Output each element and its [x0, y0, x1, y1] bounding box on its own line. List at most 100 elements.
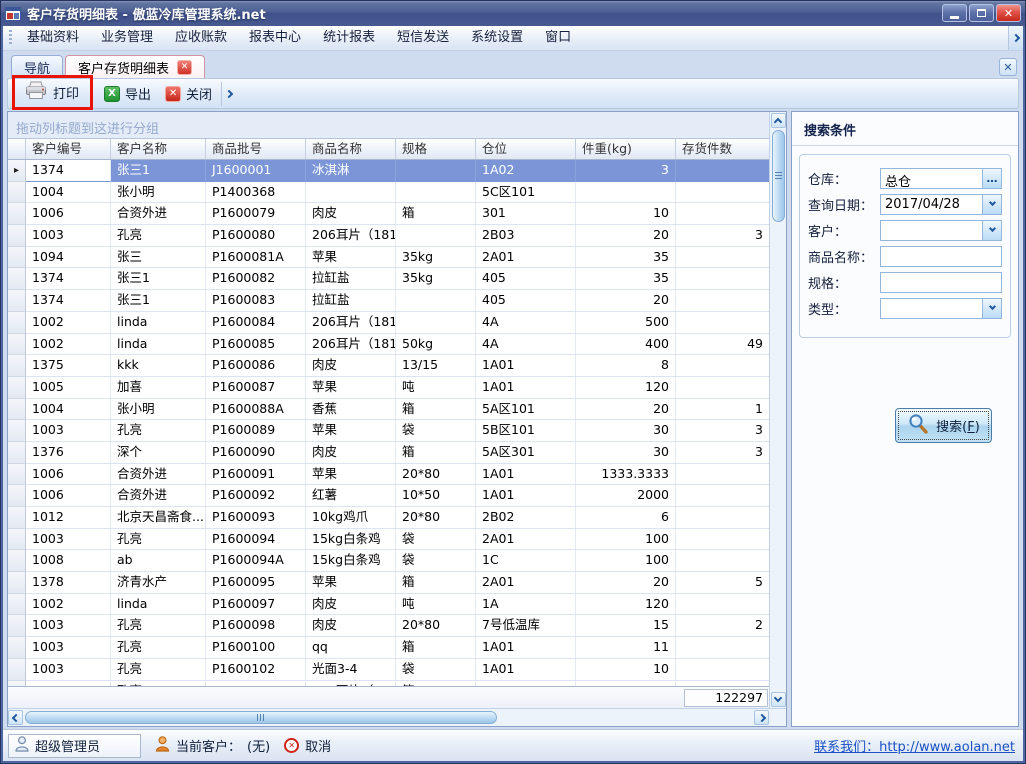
- column-header-6[interactable]: 件重(kg): [576, 139, 676, 159]
- table-row[interactable]: 1004张小明P14003685C区101: [8, 182, 769, 204]
- query-date-field[interactable]: 2017/04/28: [880, 194, 1002, 215]
- table-cell: 15kg白条鸡: [306, 550, 396, 572]
- table-row[interactable]: 1006合资外进P1600091苹果20*801A011333.3333: [8, 464, 769, 486]
- cancel-icon[interactable]: ✕: [284, 738, 299, 753]
- table-row[interactable]: 1003孔亮P1600100qq箱1A0111: [8, 637, 769, 659]
- export-button[interactable]: X 导出: [97, 82, 158, 105]
- customer-field[interactable]: [880, 220, 1002, 241]
- warehouse-field[interactable]: 总仓…: [880, 168, 1002, 189]
- table-row[interactable]: 1003孔亮P1600080206耳片（181...2B03203: [8, 225, 769, 247]
- scroll-up-button[interactable]: [771, 113, 786, 128]
- table-row[interactable]: 1094张三P1600081A苹果35kg2A0135: [8, 247, 769, 269]
- spec-field[interactable]: [880, 272, 1002, 293]
- table-cell: P1600088A: [206, 399, 306, 421]
- contact-link[interactable]: 联系我们：http://www.aolan.net: [814, 736, 1015, 755]
- table-row[interactable]: 1374张三1P1600083拉缸盐40520: [8, 290, 769, 312]
- dropdown-button[interactable]: [982, 299, 1001, 318]
- menu-item-4[interactable]: 统计报表: [312, 26, 386, 50]
- table-row[interactable]: 1375kkkP1600086肉皮13/151A018: [8, 355, 769, 377]
- table-cell: 1003: [26, 637, 111, 659]
- column-header-0[interactable]: 客户编号: [26, 139, 111, 159]
- table-row[interactable]: 1374张三1P1600082拉缸盐35kg40535: [8, 268, 769, 290]
- print-button[interactable]: 打印: [17, 79, 86, 106]
- main-area: 拖动列标题到这进行分组 客户编号客户名称商品批号商品名称规格仓位件重(kg)存货…: [7, 111, 1019, 727]
- table-row[interactable]: 1002lindaP1600084206耳片（181...4A500: [8, 312, 769, 334]
- product-name-field[interactable]: [880, 246, 1002, 267]
- table-row[interactable]: 1002lindaP1600085206耳片（181...50kg4A40049: [8, 334, 769, 356]
- tab-close-icon[interactable]: ✕: [177, 60, 192, 75]
- content-area: 导航 客户存货明细表 ✕ ✕: [3, 51, 1023, 729]
- table-row[interactable]: ▸1374张三1J1600001冰淇淋1A023: [8, 160, 769, 182]
- table-row[interactable]: 1003孔亮P1600089苹果袋5B区101303: [8, 420, 769, 442]
- maximize-button[interactable]: [969, 4, 994, 22]
- dropdown-button[interactable]: [982, 221, 1001, 240]
- table-row[interactable]: 1003孔亮P1600102光面3-4袋1A0110: [8, 659, 769, 681]
- scroll-left-button[interactable]: [8, 710, 23, 725]
- search-button[interactable]: 搜索(F): [895, 408, 992, 443]
- table-cell: P1600085: [206, 334, 306, 356]
- table-row[interactable]: 1006合资外进P1600079肉皮箱30110: [8, 203, 769, 225]
- table-row[interactable]: 1012北京天昌斋食...P160009310kg鸡爪20*802B026: [8, 507, 769, 529]
- table-row[interactable]: 1002lindaP1600097肉皮吨1A120: [8, 594, 769, 616]
- table-cell: 405: [476, 268, 576, 290]
- table-cell: 张三1: [111, 290, 206, 312]
- table-cell: 1A02: [476, 160, 576, 182]
- table-row[interactable]: 1006合资外进P1600092红薯10*501A012000: [8, 485, 769, 507]
- row-indicator: [8, 312, 26, 334]
- table-row[interactable]: 1005加喜P1600087苹果吨1A01120: [8, 377, 769, 399]
- table-cell: [676, 637, 769, 659]
- minimize-button[interactable]: [942, 4, 967, 22]
- cancel-label[interactable]: 取消: [305, 736, 331, 755]
- table-row[interactable]: 1378济青水产P1600095苹果箱2A01205: [8, 572, 769, 594]
- menu-item-6[interactable]: 系统设置: [460, 26, 534, 50]
- warehouse-value: 总仓: [881, 169, 982, 188]
- type-field[interactable]: [880, 298, 1002, 319]
- vertical-scrollbar-thumb[interactable]: [772, 130, 785, 222]
- close-report-button[interactable]: ✕ 关闭: [158, 82, 219, 105]
- menu-overflow-button[interactable]: [1008, 26, 1023, 50]
- table-cell: ab: [111, 550, 206, 572]
- table-cell: 5A区101: [476, 399, 576, 421]
- scroll-right-button[interactable]: [754, 710, 769, 725]
- menu-item-3[interactable]: 报表中心: [238, 26, 312, 50]
- menu-item-7[interactable]: 窗口: [534, 26, 582, 50]
- ellipsis-button[interactable]: …: [982, 169, 1001, 188]
- horizontal-scrollbar[interactable]: [8, 709, 769, 726]
- row-indicator: [8, 355, 26, 377]
- table-row[interactable]: 1003孔亮P160009415kg白条鸡袋2A01100: [8, 529, 769, 551]
- column-header-1[interactable]: 客户名称: [111, 139, 206, 159]
- chevron-down-icon: [774, 694, 782, 702]
- horizontal-scrollbar-thumb[interactable]: [25, 711, 497, 724]
- menu-item-2[interactable]: 应收账款: [164, 26, 238, 50]
- table-cell: 箱: [396, 399, 476, 421]
- row-indicator: [8, 507, 26, 529]
- column-header-7[interactable]: 存货件数: [676, 139, 769, 159]
- table-cell: kkk: [111, 355, 206, 377]
- menu-item-5[interactable]: 短信发送: [386, 26, 460, 50]
- table-row[interactable]: 1376深个P1600090肉皮箱5A区301303: [8, 442, 769, 464]
- close-button[interactable]: ✕: [996, 4, 1021, 22]
- column-header-5[interactable]: 仓位: [476, 139, 576, 159]
- close-x-icon: ✕: [165, 86, 181, 102]
- vertical-scrollbar[interactable]: [769, 112, 786, 708]
- toolbar-overflow-button[interactable]: [221, 82, 235, 106]
- column-header-4[interactable]: 规格: [396, 139, 476, 159]
- dropdown-button[interactable]: [982, 195, 1001, 214]
- table-cell: 2A01: [476, 247, 576, 269]
- table-row[interactable]: 1008abP1600094A15kg白条鸡袋1C100: [8, 550, 769, 572]
- excel-icon: X: [104, 86, 120, 102]
- table-cell: linda: [111, 594, 206, 616]
- table-cell: 206耳片（181...: [306, 225, 396, 247]
- column-header-2[interactable]: 商品批号: [206, 139, 306, 159]
- menu-item-1[interactable]: 业务管理: [90, 26, 164, 50]
- table-cell: 20: [576, 225, 676, 247]
- row-indicator: [8, 290, 26, 312]
- table-row[interactable]: 1004张小明P1600088A香蕉箱5A区101201: [8, 399, 769, 421]
- column-header-3[interactable]: 商品名称: [306, 139, 396, 159]
- table-row[interactable]: 1003孔亮P1600098肉皮20*807号低温库152: [8, 615, 769, 637]
- scroll-down-button[interactable]: [771, 692, 786, 707]
- menu-item-0[interactable]: 基础资料: [16, 26, 90, 50]
- table-cell: 1A01: [476, 464, 576, 486]
- row-indicator: [8, 399, 26, 421]
- tabstrip-close-button[interactable]: ✕: [999, 58, 1017, 76]
